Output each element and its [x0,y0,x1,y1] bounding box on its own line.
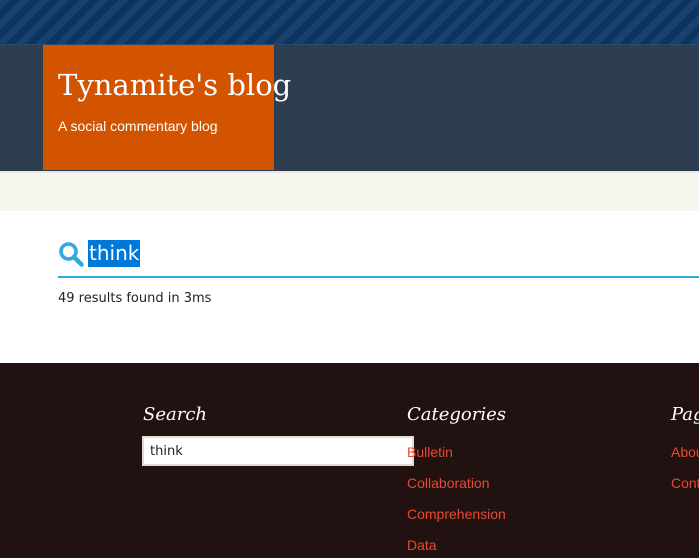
search-underline [58,276,699,278]
site-branding[interactable]: Tynamite's blog A social commentary blog [43,45,291,170]
top-banner [0,0,699,45]
search-results-area [0,211,699,363]
site-title[interactable]: Tynamite's blog [58,67,291,103]
category-link-data[interactable]: Data [407,536,437,554]
navigation-band [0,173,699,211]
site-tagline: A social commentary blog [58,118,218,134]
category-link-collaboration[interactable]: Collaboration [407,474,490,492]
category-link-comprehension[interactable]: Comprehension [407,505,506,523]
search-icon[interactable] [58,241,84,267]
category-link-bulletin[interactable]: Bulletin [407,443,453,461]
footer-search-input[interactable] [142,436,414,466]
results-summary: 49 results found in 3ms [58,291,212,306]
search-query-input[interactable]: think [88,240,141,267]
